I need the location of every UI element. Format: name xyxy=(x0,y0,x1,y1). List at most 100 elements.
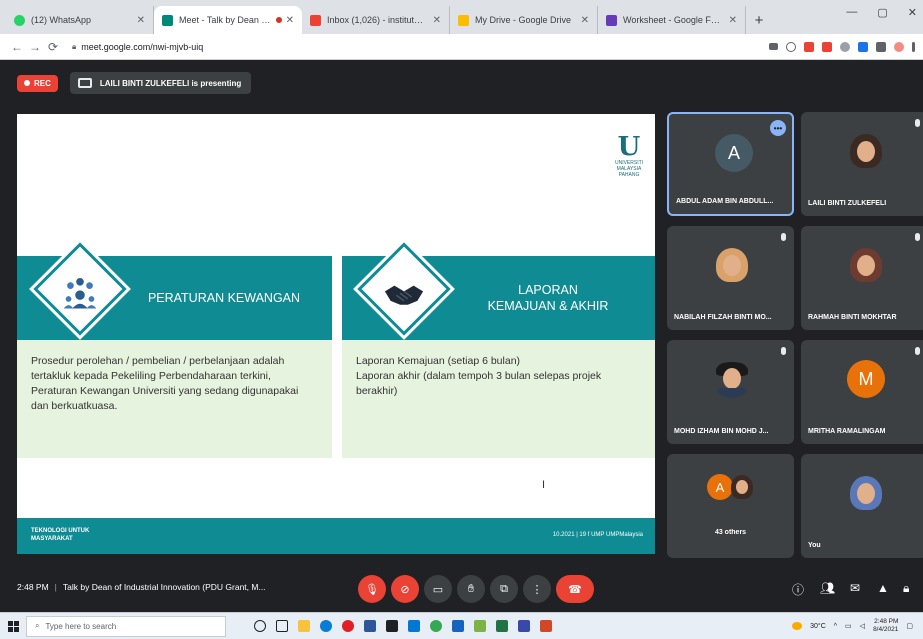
puzzle-icon[interactable] xyxy=(876,41,886,52)
right-body-line1: Laporan Kemajuan (setiap 6 bulan) xyxy=(356,355,521,367)
maximize-button[interactable]: ▢ xyxy=(877,6,887,19)
present-screen-icon xyxy=(77,78,92,88)
notification-icon[interactable]: ▢ xyxy=(906,622,913,630)
close-icon[interactable]: ✕ xyxy=(433,15,441,26)
app-icon[interactable] xyxy=(452,620,464,632)
raise-hand-button[interactable]: ✋︎ xyxy=(457,575,485,603)
extension-icon[interactable] xyxy=(840,41,850,52)
close-icon[interactable]: ✕ xyxy=(286,15,294,26)
mail-icon[interactable] xyxy=(408,620,420,632)
app-icon[interactable] xyxy=(518,620,530,632)
clock-time: 2:48 PM xyxy=(874,618,899,625)
close-icon[interactable]: ✕ xyxy=(729,15,737,26)
participant-tile[interactable]: MOHD IZHAM BIN MOHD J... xyxy=(667,340,794,444)
close-icon[interactable]: ✕ xyxy=(581,15,589,26)
participant-name: You xyxy=(808,542,821,549)
store-icon[interactable] xyxy=(386,620,398,632)
minimize-button[interactable]: — xyxy=(846,6,857,19)
recording-badge[interactable]: REC xyxy=(17,74,58,92)
reload-icon[interactable]: ⟳ xyxy=(44,40,62,54)
new-tab-button[interactable]: + xyxy=(746,6,772,34)
tab-gmail[interactable]: Inbox (1,026) - institut@ump... ✕ xyxy=(302,6,450,34)
camera-off-button[interactable]: ⊘ xyxy=(391,575,419,603)
university-logo: U UNIVERSITI MALAYSIA PAHANG xyxy=(609,134,649,178)
tab-whatsapp[interactable]: (12) WhatsApp ✕ xyxy=(6,6,154,34)
footer-tagline-line2: MASYARAKAT xyxy=(31,536,73,542)
mic-indicator-icon xyxy=(915,119,920,127)
app-icon[interactable] xyxy=(474,620,486,632)
extension-icon[interactable] xyxy=(804,41,814,52)
edge-icon[interactable] xyxy=(320,620,332,632)
opera-icon[interactable] xyxy=(342,620,354,632)
windows-taskbar: ⌕ Type here to search 30°C ^ ▭ ◁ 2:48 PM… xyxy=(0,612,923,639)
powerpoint-icon[interactable] xyxy=(540,620,552,632)
tab-label: (12) WhatsApp xyxy=(31,15,92,25)
presentation-slide: U UNIVERSITI MALAYSIA PAHANG PERATURAN K… xyxy=(17,114,655,554)
participant-tile[interactable]: M MRITHA RAMALINGAM xyxy=(801,340,923,444)
extension-icon[interactable] xyxy=(822,41,832,52)
chat-icon[interactable]: ✉︎ xyxy=(850,581,860,595)
file-explorer-icon[interactable] xyxy=(298,620,310,632)
tab-forms[interactable]: Worksheet - Google Forms ✕ xyxy=(598,6,746,34)
meet-top-bar: REC LAILI BINTI ZULKEFELI is presenting xyxy=(0,60,923,106)
profile-avatar[interactable] xyxy=(894,41,904,52)
start-button[interactable] xyxy=(0,620,26,632)
finance-people-icon xyxy=(59,272,101,314)
task-view-icon[interactable] xyxy=(276,620,288,632)
chevron-up-icon[interactable]: ^ xyxy=(834,623,837,630)
close-window-button[interactable]: ✕ xyxy=(908,6,917,19)
participant-tile-self[interactable]: You xyxy=(801,454,923,558)
network-icon[interactable]: ▭ xyxy=(845,622,852,630)
presenting-banner: LAILI BINTI ZULKEFELI is presenting xyxy=(69,72,252,94)
more-vertical-icon: ⋮ xyxy=(531,583,543,596)
left-text-box: Prosedur perolehan / pembelian / perbela… xyxy=(17,340,332,458)
participant-name: 43 others xyxy=(714,529,747,536)
star-icon[interactable] xyxy=(786,41,796,52)
participant-tile[interactable]: RAHMAH BINTI MOKHTAR xyxy=(801,226,923,330)
menu-icon[interactable] xyxy=(912,41,915,52)
close-icon[interactable]: ✕ xyxy=(137,15,145,26)
people-icon[interactable]: 👥︎ xyxy=(820,581,835,595)
back-icon[interactable]: ← xyxy=(8,40,26,54)
activities-icon[interactable]: ▲ xyxy=(877,581,889,595)
participant-tile[interactable]: A ••• ABDUL ADAM BIN ABDULL... xyxy=(667,112,794,216)
mic-off-button[interactable]: 🎙︎ xyxy=(358,575,386,603)
search-icon: ⌕ xyxy=(35,621,40,630)
present-button[interactable]: ⧉ xyxy=(490,575,518,603)
mic-indicator-icon xyxy=(915,347,920,355)
window-controls: — ▢ ✕ xyxy=(846,6,917,19)
volume-icon[interactable]: ◁ xyxy=(860,622,865,630)
tab-meet[interactable]: Meet - Talk by Dean of Ind... ✕ xyxy=(154,6,302,34)
tab-drive[interactable]: My Drive - Google Drive ✕ xyxy=(450,6,598,34)
avatar-initial: M xyxy=(858,368,874,389)
right-title: LAPORAN KEMAJUAN & AKHIR xyxy=(448,282,648,314)
windows-icon xyxy=(7,620,19,632)
taskbar-search[interactable]: ⌕ Type here to search xyxy=(26,615,226,637)
participant-name: ABDUL ADAM BIN ABDULL... xyxy=(676,198,774,205)
mic-indicator-icon xyxy=(781,347,786,355)
tab-label: My Drive - Google Drive xyxy=(475,15,572,25)
chrome-icon[interactable] xyxy=(430,620,442,632)
url-field[interactable]: 🔒︎ meet.google.com/nwi-mjvb-uiq xyxy=(72,42,203,52)
extension-icon[interactable] xyxy=(858,41,868,52)
cortana-icon[interactable] xyxy=(254,620,266,632)
meet-control-bar: 2:48 PM | Talk by Dean of Industrial Innov… xyxy=(0,568,923,612)
clock[interactable]: 2:48 PM 8/4/2021 xyxy=(873,618,898,634)
participant-tile[interactable]: NABILAH FILZAH BINTI MO... xyxy=(667,226,794,330)
end-call-button[interactable]: ☎ xyxy=(556,575,594,603)
meet-icon xyxy=(162,14,173,26)
forward-icon[interactable]: → xyxy=(26,40,44,54)
participant-tile[interactable]: LAILI BINTI ZULKEFELI xyxy=(801,112,923,216)
more-options-icon[interactable]: ••• xyxy=(770,120,786,136)
participant-tile-others[interactable]: A 43 others xyxy=(667,454,794,558)
camera-icon[interactable] xyxy=(769,43,778,50)
excel-icon[interactable] xyxy=(496,620,508,632)
screen: (12) WhatsApp ✕ Meet - Talk by Dean of I… xyxy=(0,0,923,639)
extensions-area xyxy=(769,41,915,52)
info-icon[interactable]: ⓘ xyxy=(792,581,804,598)
word-icon[interactable] xyxy=(364,620,376,632)
captions-button[interactable]: ▭ xyxy=(424,575,452,603)
logo-mark: U xyxy=(617,132,641,162)
host-controls-icon[interactable]: 🔒︎ xyxy=(903,581,909,596)
more-options-button[interactable]: ⋮ xyxy=(523,575,551,603)
